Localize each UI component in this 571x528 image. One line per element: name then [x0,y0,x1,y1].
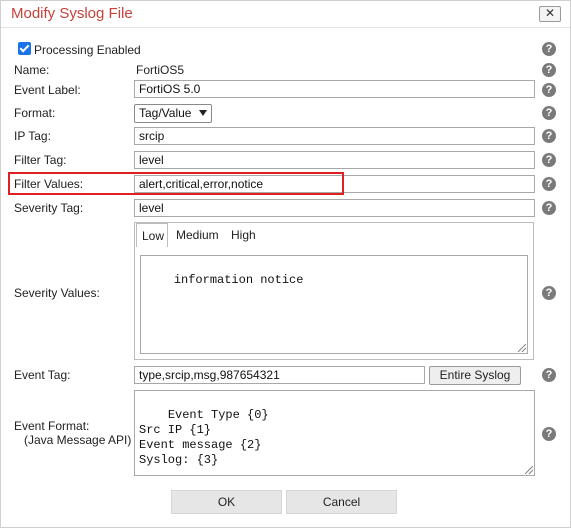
severity-values-label: Severity Values: [14,286,100,300]
dialog-titlebar: Modify Syslog File ✕ [1,1,570,28]
severity-tag-input[interactable]: level [134,199,535,217]
tab-medium[interactable]: Medium [176,228,219,242]
help-icon-event-format[interactable]: ? [542,427,556,441]
help-icon-severity-tag[interactable]: ? [542,201,556,215]
help-icon-format[interactable]: ? [542,106,556,120]
dialog-title: Modify Syslog File [11,5,133,22]
ip-tag-input[interactable]: srcip [134,127,535,145]
event-tag-label: Event Tag: [14,368,71,382]
close-button[interactable]: ✕ [539,6,561,22]
resize-handle-icon[interactable] [518,344,526,352]
modify-syslog-dialog: Modify Syslog File ✕ Processing Enabled … [0,0,571,528]
event-label-input[interactable]: FortiOS 5.0 [134,80,535,98]
filter-tag-input[interactable]: level [134,151,535,169]
format-select[interactable]: Tag/Value [134,104,212,123]
help-icon-event-tag[interactable]: ? [542,368,556,382]
help-icon-filter-values[interactable]: ? [542,177,556,191]
event-label-label: Event Label: [14,83,81,97]
name-label: Name: [14,63,50,77]
severity-tag-label: Severity Tag: [14,201,84,215]
filter-tag-label: Filter Tag: [14,153,67,167]
resize-handle-icon[interactable] [525,466,533,474]
event-format-textarea[interactable]: Event Type {0} Src IP {1} Event message … [134,390,535,476]
severity-values-textarea[interactable]: information notice [140,255,528,354]
format-label: Format: [14,106,56,120]
cancel-button[interactable]: Cancel [286,490,397,514]
help-icon-name[interactable]: ? [542,63,556,77]
name-value: FortiOS5 [136,63,185,77]
help-icon-ip-tag[interactable]: ? [542,129,556,143]
filter-values-highlight-box [8,172,344,195]
event-format-label: Event Format: [14,419,90,433]
help-icon-processing[interactable]: ? [542,42,556,56]
processing-enabled-label: Processing Enabled [34,43,141,57]
chevron-down-icon [199,110,207,116]
ok-button[interactable]: OK [171,490,282,514]
tab-high[interactable]: High [231,228,256,242]
processing-enabled-checkbox[interactable] [18,42,31,55]
ip-tag-label: IP Tag: [14,129,51,143]
help-icon-filter-tag[interactable]: ? [542,153,556,167]
help-icon-severity-values[interactable]: ? [542,286,556,300]
help-icon-event-label[interactable]: ? [542,83,556,97]
tab-low[interactable]: Low [142,229,164,243]
event-format-sublabel: (Java Message API) [24,433,132,447]
event-tag-input[interactable]: type,srcip,msg,987654321 [134,366,425,384]
entire-syslog-button[interactable]: Entire Syslog [429,366,521,385]
close-icon: ✕ [544,6,556,20]
